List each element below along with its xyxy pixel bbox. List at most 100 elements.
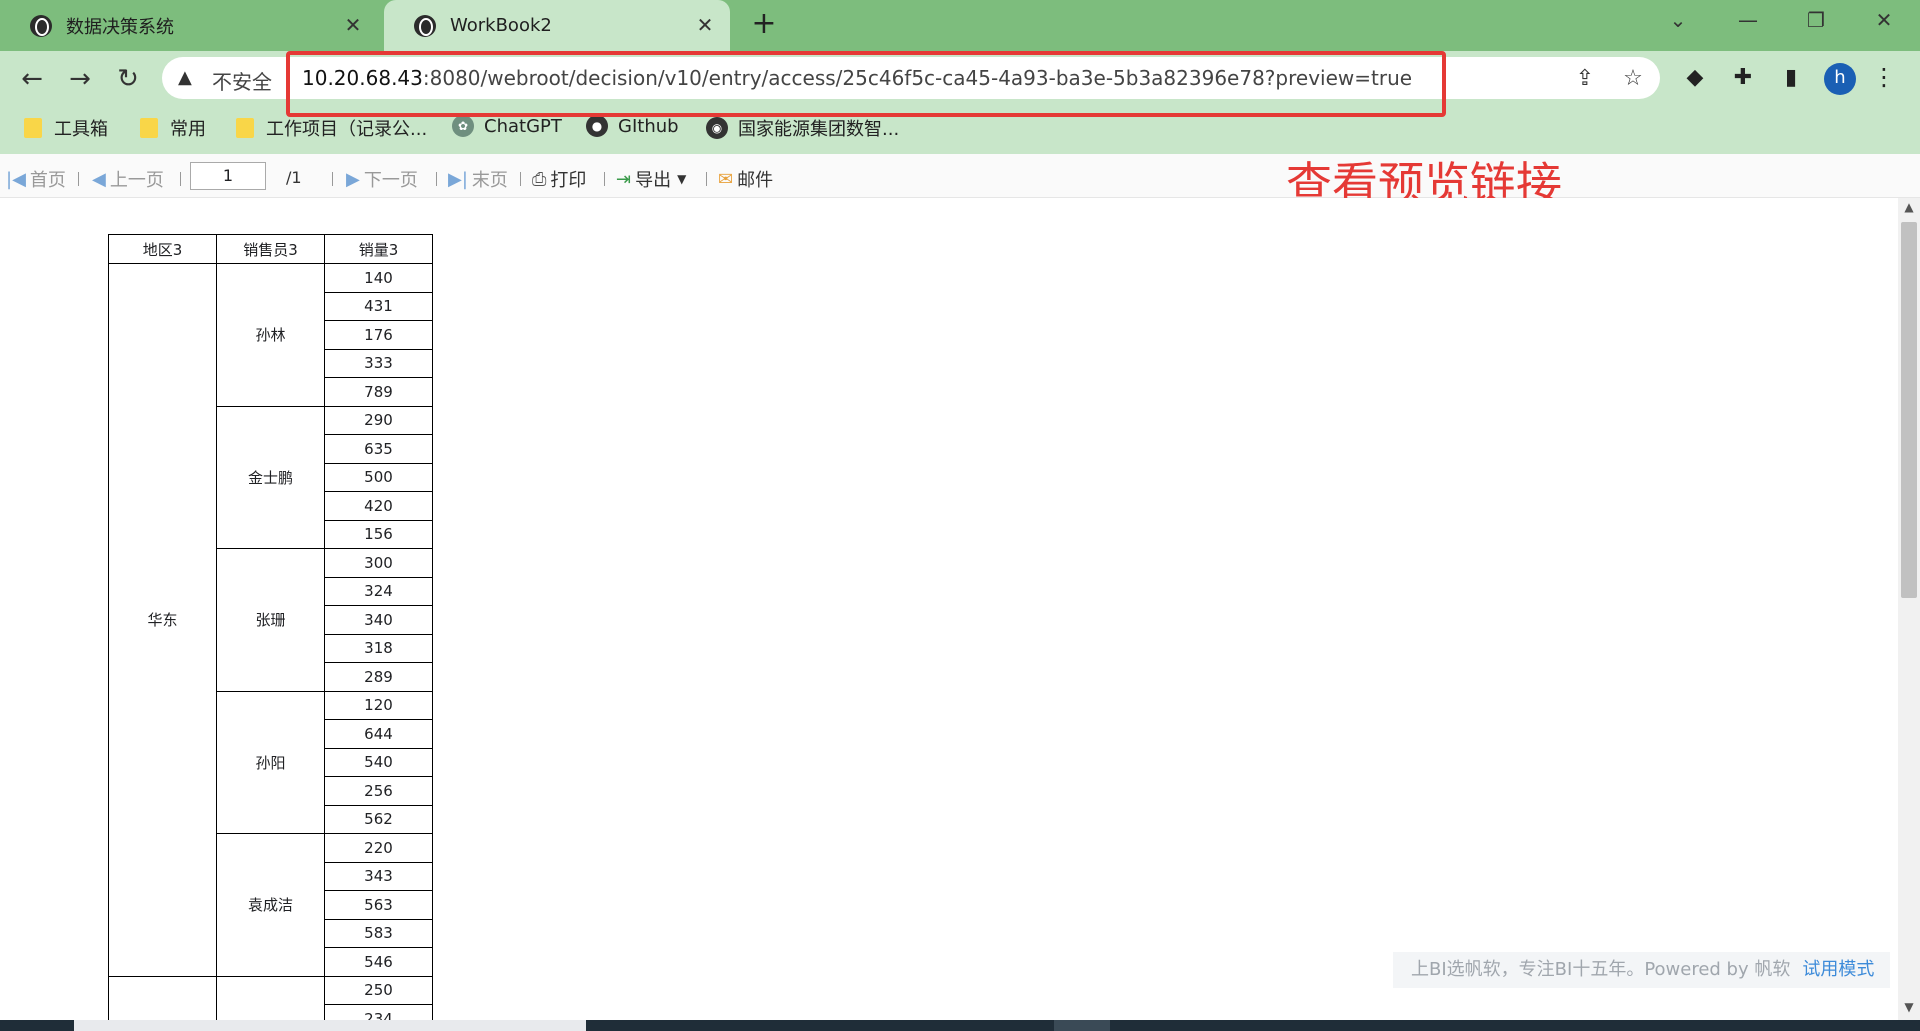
sales-table: 地区3 销售员3 销量3 华东 孙林 140 431 176 333 789 金士鹏 290 63… — [108, 234, 433, 1020]
sales-cell: 140 — [324, 263, 433, 293]
tab-workbook2[interactable]: WorkBook2 ✕ — [384, 0, 730, 51]
sales-cell: 340 — [324, 605, 433, 635]
bookmark-label: 工作项目（记录公... — [266, 119, 428, 140]
globe-icon — [414, 14, 436, 37]
scroll-down-icon[interactable]: ▼ — [1898, 1000, 1920, 1020]
tab-data-decision[interactable]: 数据决策系统 ✕ — [0, 0, 378, 51]
close-tab-icon[interactable]: ✕ — [694, 14, 716, 36]
tab-title: 数据决策系统 — [66, 16, 174, 38]
sales-cell: 562 — [324, 804, 433, 834]
salesperson-cell — [216, 975, 325, 1020]
export-icon: ⇥ — [616, 168, 632, 190]
warning-icon[interactable]: ▲ — [178, 67, 192, 88]
bookmark-common[interactable]: 常用 — [140, 115, 206, 141]
globe-icon — [30, 14, 52, 37]
sales-cell: 250 — [324, 975, 433, 1005]
prev-page-icon: ◀ — [92, 168, 106, 190]
sales-cell: 289 — [324, 662, 433, 692]
header-sales: 销量3 — [324, 234, 433, 264]
sales-cell: 644 — [324, 719, 433, 749]
sales-cell: 333 — [324, 348, 433, 378]
trial-mode-link[interactable]: 试用模式 — [1802, 959, 1874, 980]
folder-icon — [24, 118, 42, 138]
bookmark-energy-group[interactable]: ◉ 国家能源集团数智... — [706, 115, 899, 141]
bookmark-label: 常用 — [170, 119, 206, 140]
prev-page-label: 上一页 — [109, 170, 164, 191]
sales-cell: 120 — [324, 690, 433, 720]
restore-button[interactable]: ❐ — [1794, 8, 1838, 38]
prev-page-button[interactable]: ◀ 上一页 — [92, 166, 164, 192]
close-tab-icon[interactable]: ✕ — [342, 14, 364, 36]
profile-avatar[interactable]: h — [1824, 63, 1856, 95]
sales-cell: 156 — [324, 519, 433, 549]
printer-icon: ⎙ — [532, 168, 547, 190]
taskbar-item[interactable] — [74, 1020, 586, 1031]
sales-cell: 256 — [324, 776, 433, 806]
menu-icon[interactable]: ⋮ — [1872, 63, 1896, 95]
vertical-scrollbar[interactable]: ▲ ▼ — [1898, 198, 1920, 1020]
sales-cell: 431 — [324, 291, 433, 321]
divider — [436, 172, 437, 186]
divider — [520, 172, 521, 186]
next-page-button[interactable]: ▶ 下一页 — [346, 166, 418, 192]
bookmark-github[interactable]: ● GIthub — [586, 115, 679, 137]
new-tab-button[interactable]: + — [748, 9, 780, 41]
mail-label: 邮件 — [737, 170, 774, 191]
globe-icon: ◉ — [706, 117, 728, 139]
divider — [332, 172, 333, 186]
bookmark-toolbox[interactable]: 工具箱 — [24, 115, 108, 141]
bookmark-label: ChatGPT — [484, 115, 562, 137]
bookmark-chatgpt[interactable]: ✿ ChatGPT — [452, 115, 562, 137]
tab-search-chevron-icon[interactable]: ⌄ — [1656, 8, 1700, 38]
side-panel-icon[interactable]: ▮ — [1776, 63, 1806, 93]
share-icon[interactable]: ⇪ — [1572, 66, 1598, 92]
next-page-icon: ▶ — [346, 168, 360, 190]
salesperson-cell: 孙阳 — [216, 690, 325, 834]
watermark-text: 上BI选帆软，专注BI十五年。Powered by 帆软 — [1411, 959, 1791, 980]
bookmark-label: 工具箱 — [54, 119, 108, 140]
last-page-icon: ▶| — [448, 168, 468, 190]
sales-cell: 583 — [324, 918, 433, 948]
report-toolbar: |◀ 首页 ◀ 上一页 1 /1 ▶ 下一页 ▶| 末页 ⎙ 打印 ⇥ 导出 ▼ ✉ 邮件 — [0, 154, 1920, 198]
first-page-button[interactable]: |◀ 首页 — [6, 166, 66, 192]
bookmark-star-icon[interactable]: ☆ — [1620, 66, 1646, 92]
bookmark-work-projects[interactable]: 工作项目（记录公... — [236, 115, 427, 141]
sales-cell: 220 — [324, 833, 433, 863]
export-button[interactable]: ⇥ 导出 ▼ — [616, 166, 686, 192]
last-page-button[interactable]: ▶| 末页 — [448, 166, 508, 192]
sales-cell: 176 — [324, 320, 433, 350]
extension-icon[interactable]: ◆ — [1680, 63, 1710, 93]
sales-cell: 635 — [324, 434, 433, 464]
back-button[interactable]: ← — [16, 63, 48, 95]
security-label[interactable]: 不安全 — [212, 66, 272, 95]
print-button[interactable]: ⎙ 打印 — [532, 166, 586, 192]
window-close-button[interactable]: ✕ — [1862, 8, 1906, 38]
page-total: /1 — [286, 168, 302, 187]
puzzle-icon[interactable]: ✚ — [1728, 63, 1758, 93]
sales-cell: 420 — [324, 491, 433, 521]
salesperson-cell: 孙林 — [216, 263, 325, 407]
table-row: 250 — [108, 975, 433, 1020]
divider — [604, 172, 605, 186]
divider — [706, 172, 707, 186]
folder-icon — [236, 118, 254, 138]
url-highlight-box — [286, 51, 1446, 117]
mail-icon: ✉ — [718, 168, 734, 190]
scroll-up-icon[interactable]: ▲ — [1898, 200, 1920, 220]
bookmark-label: 国家能源集团数智... — [738, 119, 900, 140]
print-label: 打印 — [550, 170, 587, 191]
region-cell: 华东 — [108, 263, 217, 977]
last-page-label: 末页 — [471, 170, 508, 191]
taskbar-item[interactable] — [1054, 1020, 1110, 1031]
sales-cell: 343 — [324, 861, 433, 891]
forward-button[interactable]: → — [64, 63, 96, 95]
scrollbar-thumb[interactable] — [1901, 222, 1917, 598]
mail-button[interactable]: ✉ 邮件 — [718, 166, 773, 192]
reload-button[interactable]: ↻ — [112, 63, 144, 95]
page-number-input[interactable]: 1 — [190, 162, 266, 190]
sales-cell: 290 — [324, 405, 433, 435]
minimize-button[interactable]: — — [1726, 8, 1770, 38]
divider — [78, 172, 79, 186]
sales-cell: 789 — [324, 377, 433, 407]
salesperson-cell: 袁成洁 — [216, 833, 325, 977]
